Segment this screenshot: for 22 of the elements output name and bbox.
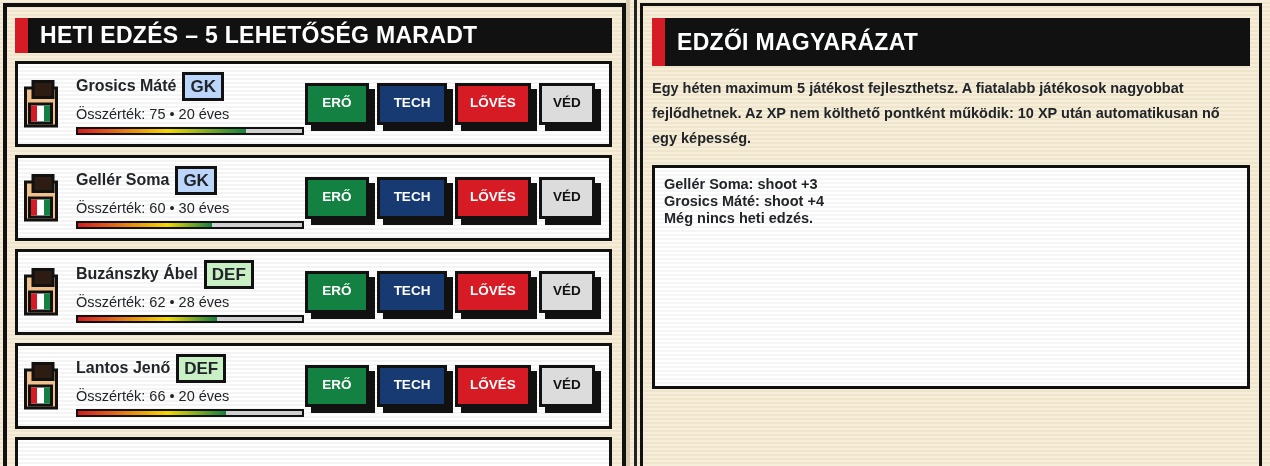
panel-title: EDZŐI MAGYARÁZAT [652, 18, 1250, 66]
log-line: Grosics Máté: shoot +4 [664, 193, 825, 210]
log-line: Még nincs heti edzés. [664, 210, 815, 227]
explanation-text: Egy héten maximum 5 játékost fejleszthetsz. A fiatalabb játékosok nagyobbat fejlődhetnek. Az XP nem költhető pontként működik: 10 XP után automatikusan nő egy képesség. [652, 79, 1221, 148]
player-icon [24, 361, 58, 410]
position-tag: GK [182, 71, 224, 101]
position-tag: DEF [176, 353, 227, 383]
player-icon [24, 267, 58, 316]
player-name: Lantos Jenő [76, 358, 171, 379]
player-summary: Összérték: 60 • 30 éves [76, 198, 231, 218]
player-icon [24, 79, 58, 128]
player-name: Grosics Máté [76, 76, 177, 97]
player-name: Gellér Soma [76, 170, 170, 191]
position-tag: DEF [203, 259, 254, 289]
player-summary: Összérték: 66 • 20 éves [76, 386, 231, 406]
position-tag: GK [175, 165, 217, 195]
player-name: Buzánszky Ábel [76, 263, 198, 285]
log-line: Gellér Soma: shoot +3 [664, 176, 819, 193]
player-icon [24, 173, 58, 222]
player-summary: Összérték: 62 • 28 éves [76, 292, 231, 312]
player-summary: Összérték: 75 • 20 éves [76, 104, 231, 124]
panel-title: HETI EDZÉS – 5 LEHETŐSÉG MARADT [15, 18, 612, 53]
